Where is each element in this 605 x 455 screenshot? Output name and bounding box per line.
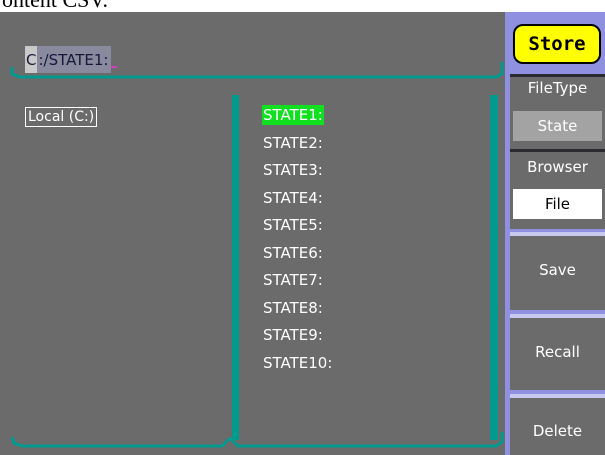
- file-item-state6[interactable]: STATE6:: [262, 243, 482, 271]
- file-item-state5[interactable]: STATE5:: [262, 215, 482, 243]
- filetype-value: State: [513, 111, 602, 141]
- filetype-softkey[interactable]: FileType State: [510, 74, 605, 149]
- file-item-state8[interactable]: STATE8:: [262, 298, 482, 326]
- pane-divider-scrollbar[interactable]: [232, 95, 239, 440]
- file-item-state3[interactable]: STATE3:: [262, 160, 482, 188]
- browser-value: File: [513, 189, 602, 219]
- file-item-state9[interactable]: STATE9:: [262, 325, 482, 353]
- path-field[interactable]: C :/STATE1:: [25, 46, 118, 73]
- drive-item-local-c[interactable]: Local (C:): [25, 107, 98, 127]
- path-drive-letter: C: [25, 46, 38, 73]
- softkey-menu: Store FileType State Browser File Save R…: [505, 12, 605, 455]
- filetype-label: FileType: [527, 79, 588, 97]
- file-list-scrollbar[interactable]: [490, 95, 498, 440]
- file-item-state7[interactable]: STATE7:: [262, 270, 482, 298]
- recall-label: Recall: [535, 343, 580, 361]
- file-list: STATE1: STATE2: STATE3: STATE4: STATE5: …: [262, 105, 482, 380]
- file-item-state1[interactable]: STATE1:: [262, 105, 482, 133]
- browser-softkey[interactable]: Browser File: [510, 149, 605, 229]
- path-text: :/STATE1:: [37, 46, 112, 73]
- file-item-state4[interactable]: STATE4:: [262, 188, 482, 216]
- delete-button[interactable]: Delete: [510, 394, 605, 455]
- instrument-screen: C :/STATE1: Local (C:) STATE1: STATE2: S…: [0, 12, 605, 455]
- save-label: Save: [539, 261, 576, 279]
- text-cursor: [111, 57, 118, 68]
- recall-button[interactable]: Recall: [510, 314, 605, 390]
- browser-label: Browser: [527, 158, 588, 176]
- file-item-state2[interactable]: STATE2:: [262, 133, 482, 161]
- delete-label: Delete: [532, 422, 583, 440]
- save-button[interactable]: Save: [510, 232, 605, 310]
- menu-title-store: Store: [513, 24, 601, 64]
- file-item-state10[interactable]: STATE10:: [262, 353, 482, 381]
